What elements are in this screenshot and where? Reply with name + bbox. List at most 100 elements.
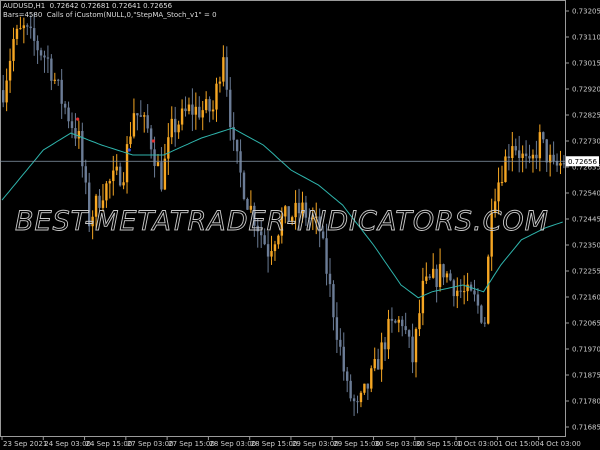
candle-body <box>476 294 480 306</box>
signal-dot <box>127 148 131 152</box>
candle-body <box>180 108 184 125</box>
candle-body <box>535 154 538 159</box>
candle-body <box>407 330 411 337</box>
candle-body <box>411 336 414 363</box>
candle-body <box>146 115 149 129</box>
candle-body <box>480 305 483 323</box>
candle-body <box>70 121 74 129</box>
candle-body <box>63 103 67 108</box>
y-tick-label: 0.72160 <box>572 294 600 302</box>
candle-body <box>208 99 211 112</box>
candle-body <box>497 182 500 202</box>
candle-body <box>387 318 390 350</box>
indicator-info: Bars=4580 Calls of iCustom(NULL,0,"StepM… <box>3 11 217 19</box>
candle-body <box>421 280 425 314</box>
candle-body <box>356 401 359 403</box>
candle-body <box>84 166 87 183</box>
candle-body <box>187 104 191 112</box>
candle-body <box>50 58 53 81</box>
candle-body <box>211 109 215 112</box>
candle-body <box>504 156 507 183</box>
y-tick-label: 0.72445 <box>572 216 600 224</box>
candle-body <box>270 251 273 257</box>
candle-body <box>77 130 81 139</box>
candle-body <box>2 90 5 103</box>
candle-body <box>170 118 173 138</box>
candle-body <box>373 359 376 369</box>
candle-body <box>538 132 542 159</box>
candle-body <box>552 154 555 162</box>
candle-body <box>483 322 486 324</box>
y-tick-label: 0.73110 <box>572 34 600 42</box>
candle-body <box>129 136 132 145</box>
candle-body <box>445 273 449 278</box>
candle-body <box>524 153 528 157</box>
candle-body <box>239 151 242 173</box>
candle-body <box>194 106 198 115</box>
candle-body <box>559 163 562 166</box>
candle-body <box>459 290 462 292</box>
candle-body <box>26 25 29 27</box>
candle-body <box>414 329 418 363</box>
candle-body <box>328 273 332 285</box>
y-tick-label: 0.73015 <box>572 60 600 68</box>
x-tick-label: 1 Oct 03:00 <box>457 440 498 448</box>
candle-body <box>456 290 459 297</box>
candle-body <box>177 124 180 133</box>
y-tick-label: 0.72730 <box>572 138 600 146</box>
candle-body <box>167 137 170 159</box>
y-tick-label: 0.72920 <box>572 86 600 94</box>
candle-body <box>380 342 383 370</box>
candle-body <box>352 398 356 402</box>
y-tick-label: 0.71780 <box>572 398 600 406</box>
price-chart[interactable]: 0.73205 0.73110 0.73015 0.72920 0.72825 0.727… <box>0 0 600 450</box>
y-tick-label: 0.72065 <box>572 320 600 328</box>
candle-body <box>19 28 22 30</box>
candle-body <box>394 320 397 323</box>
x-tick-label: 30 Sep 15:00 <box>416 440 463 448</box>
x-tick-label: 1 Oct 15:00 <box>498 440 539 448</box>
candle-body <box>105 183 108 201</box>
candle-body <box>266 244 270 257</box>
candle-body <box>15 28 19 39</box>
candle-body <box>528 156 531 159</box>
x-tick-label: 29 Sep 03:00 <box>292 440 339 448</box>
candle-body <box>22 25 26 29</box>
candle-body <box>339 339 342 347</box>
candle-body <box>163 158 167 190</box>
candle-body <box>43 55 46 58</box>
candle-body <box>514 146 517 151</box>
y-tick-label: 0.71685 <box>572 424 600 432</box>
candle-body <box>466 284 469 292</box>
candle-body <box>201 110 204 118</box>
x-tick-label: 4 Oct 03:00 <box>540 440 581 448</box>
x-tick-label: 23 Sep 2021 <box>3 440 47 448</box>
candle-body <box>325 238 328 274</box>
candle-body <box>346 371 349 381</box>
candle-body <box>542 132 545 140</box>
candle-body <box>425 276 428 281</box>
candle-body <box>442 264 445 278</box>
candle-body <box>5 80 8 103</box>
x-tick-label: 24 Sep 03:00 <box>44 440 91 448</box>
candle-body <box>473 290 476 295</box>
y-tick-label: 0.73205 <box>572 8 600 16</box>
candle-body <box>46 57 50 59</box>
candle-body <box>184 108 187 112</box>
x-tick-label: 28 Sep 15:00 <box>251 440 298 448</box>
y-tick-label: 0.71875 <box>572 372 600 380</box>
x-tick-label: 30 Sep 03:00 <box>375 440 422 448</box>
candle-body <box>118 166 122 186</box>
y-tick-label: 0.72350 <box>572 242 600 250</box>
candle-body <box>108 181 112 184</box>
x-tick-label: 27 Sep 15:00 <box>168 440 215 448</box>
candle-body <box>507 156 511 159</box>
candle-body <box>36 40 39 51</box>
candle-body <box>401 319 404 327</box>
candle-body <box>191 104 194 115</box>
candle-body <box>404 326 407 331</box>
current-price-label: 0.72656 <box>568 158 597 166</box>
candle-body <box>521 153 524 159</box>
candle-body <box>12 38 15 61</box>
candle-body <box>139 115 142 117</box>
